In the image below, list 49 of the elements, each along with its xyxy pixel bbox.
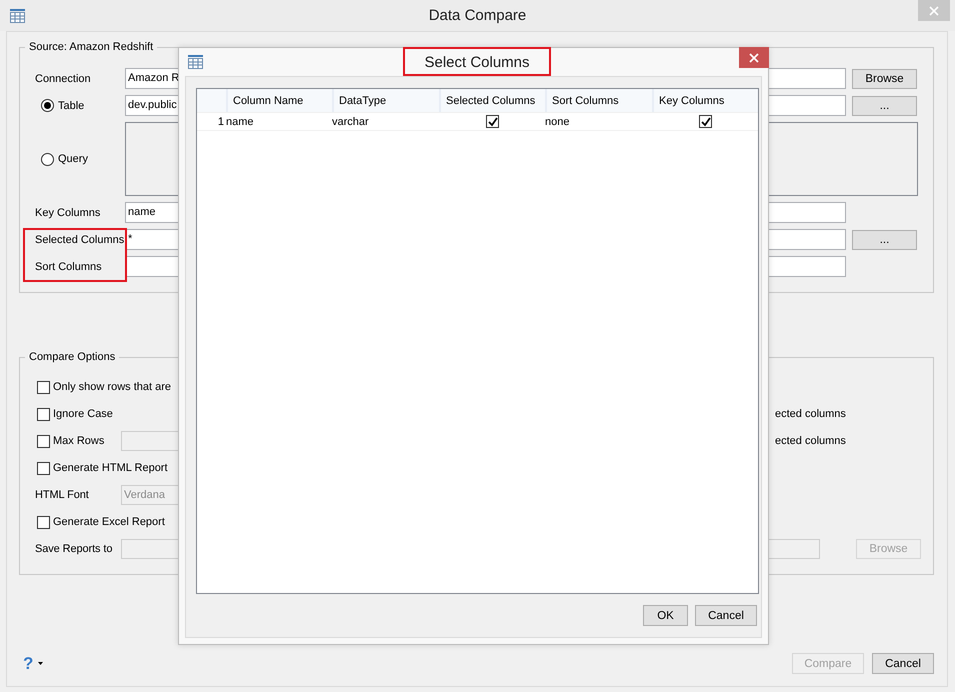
close-icon [929, 6, 939, 16]
help-button[interactable]: ? [23, 654, 34, 674]
column-header[interactable]: Selected Columns [439, 89, 545, 112]
dialog-button[interactable]: Cancel [695, 605, 757, 626]
radio-button[interactable] [41, 152, 54, 166]
table-cell-text: varchar [332, 114, 370, 130]
group-title: Compare Options [25, 350, 120, 364]
checkbox-label: Generate Excel Report [53, 516, 165, 528]
close-icon [749, 52, 759, 62]
checkbox-label: Generate HTML Report [53, 462, 168, 474]
browse-button[interactable]: Browse [852, 68, 917, 88]
field-label: Sort Columns [35, 260, 103, 272]
radio-label: Query [58, 153, 88, 165]
column-header[interactable]: Column Name [226, 89, 332, 112]
field-label: Key Columns [35, 206, 102, 218]
browse-button[interactable]: ... [852, 96, 917, 116]
dialog-button[interactable]: Cancel [872, 653, 934, 674]
table-cell-text: name [226, 114, 255, 130]
checkbox[interactable] [37, 380, 50, 394]
checkbox[interactable] [37, 408, 50, 420]
column-header[interactable]: DataType [332, 89, 439, 112]
caret-icon [38, 662, 44, 665]
field-label: HTML Font [35, 489, 89, 501]
field-label: Save Reports to [35, 543, 112, 555]
close-button[interactable] [739, 47, 769, 68]
checkbox[interactable] [37, 434, 50, 448]
table-icon [188, 55, 203, 69]
table-cell-text: none [545, 114, 570, 130]
row-number: 1 [216, 114, 225, 130]
field-label: Selected Columns [35, 234, 125, 246]
column-header[interactable]: Sort Columns [545, 89, 652, 112]
checkbox[interactable] [37, 462, 50, 474]
option-label: ected columns [775, 408, 847, 420]
radio-button[interactable] [41, 99, 54, 112]
checkbox[interactable] [698, 115, 712, 128]
checkbox-label: Only show rows that are [53, 381, 171, 393]
radio-label: Table [58, 100, 84, 112]
column-header[interactable]: Key Columns [652, 89, 758, 112]
field-label: Connection [35, 72, 92, 84]
checkbox-label: Max Rows [53, 435, 104, 447]
checkbox[interactable] [486, 115, 498, 128]
option-label: ected columns [775, 435, 847, 447]
checkbox[interactable] [37, 516, 50, 528]
dialog-title: Select Columns [403, 47, 551, 76]
table-icon [10, 8, 25, 22]
browse-button[interactable]: ... [852, 230, 917, 250]
checkbox-label: Ignore Case [53, 408, 113, 420]
dialog-button[interactable]: OK [643, 605, 688, 626]
window-title: Data Compare [428, 7, 526, 24]
